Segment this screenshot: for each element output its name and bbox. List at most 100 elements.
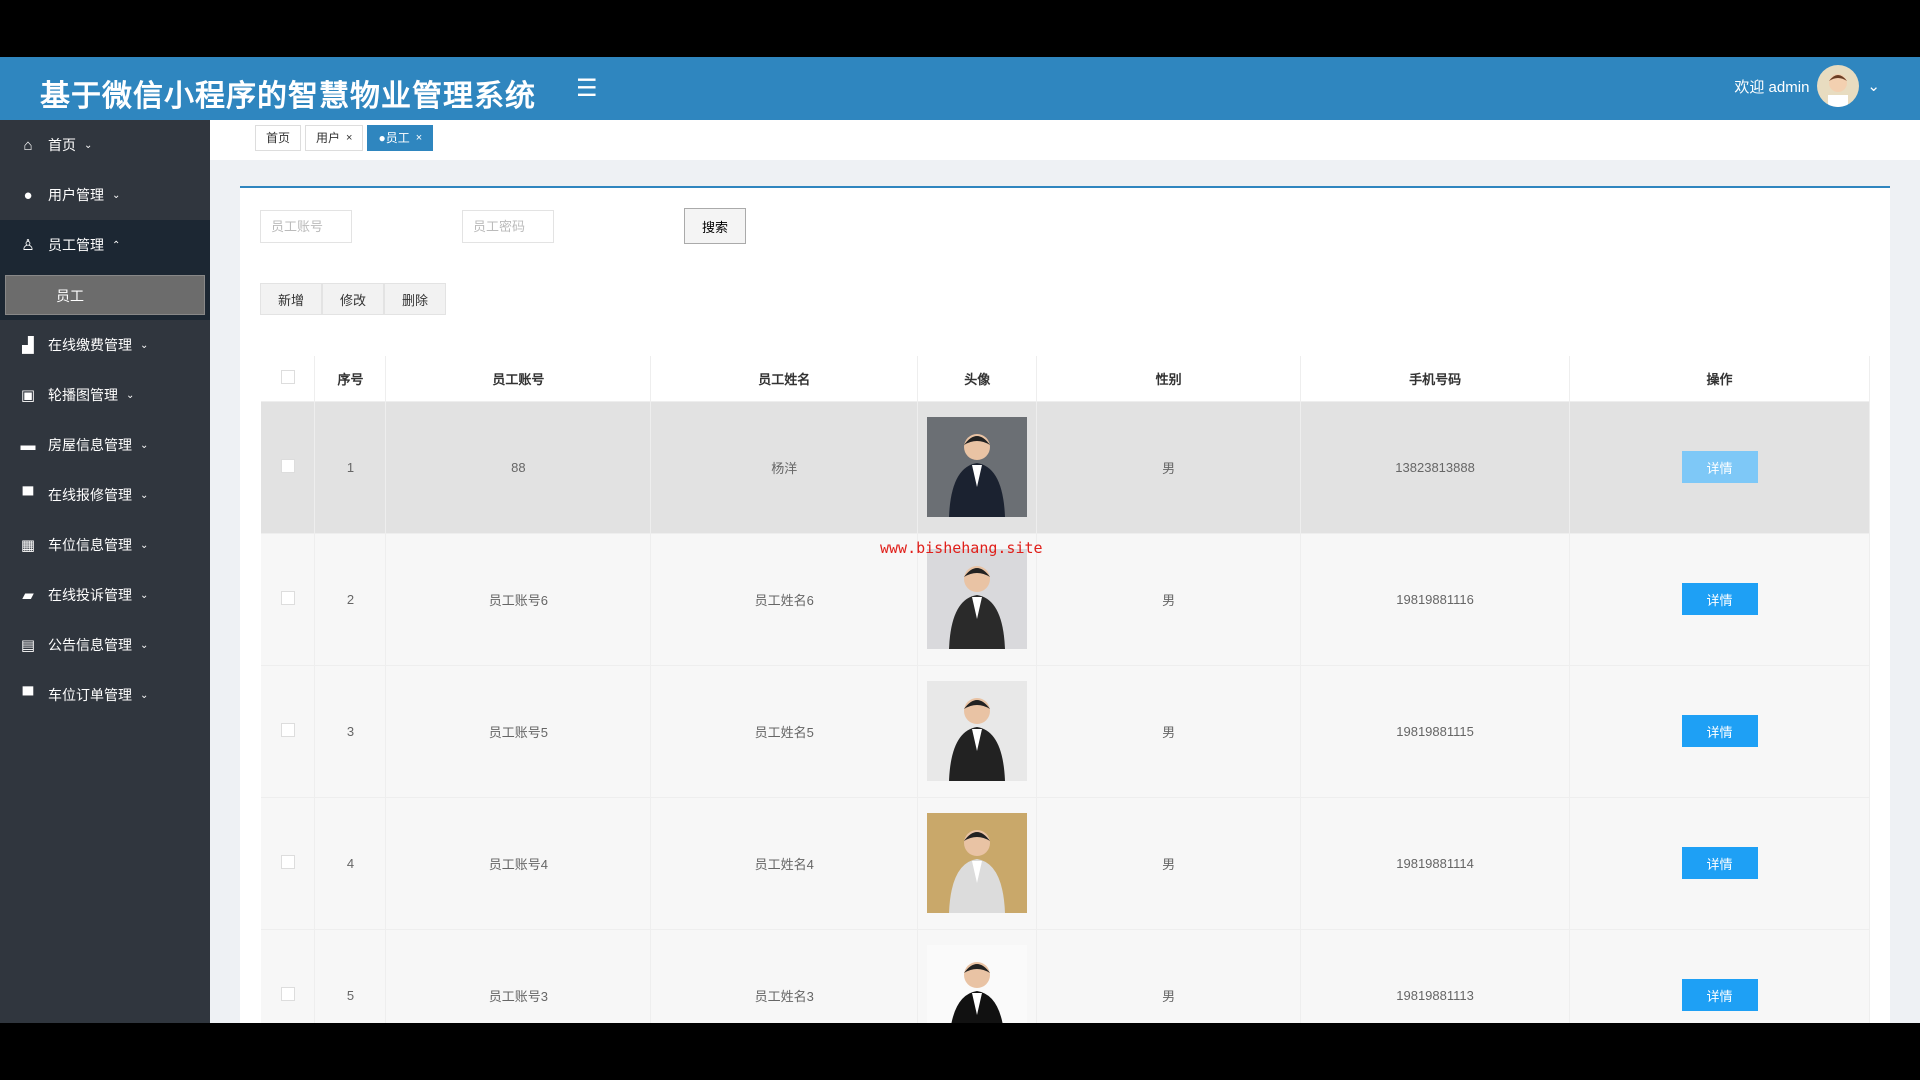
col-header: 操作	[1569, 356, 1870, 401]
cell-no: 1	[314, 400, 387, 533]
sidebar-item-label: 首页	[48, 137, 76, 153]
top-header: 基于微信小程序的智慧物业管理系统 ☰ 欢迎 admin ⌄	[0, 57, 1920, 120]
cell-action: 详情	[1569, 796, 1870, 929]
row-checkbox[interactable]	[261, 532, 316, 665]
table-row: 1 88 杨洋 男 13823813888 详情	[261, 400, 1870, 533]
chevron-icon: ⌄	[140, 439, 149, 451]
cell-account: 员工账号6	[385, 532, 652, 665]
row-checkbox[interactable]	[261, 664, 316, 797]
add-button[interactable]: 新增	[260, 283, 322, 315]
cell-name: 员工姓名6	[650, 532, 919, 665]
sidebar-subitem-staff[interactable]: 员工	[0, 270, 210, 320]
detail-button[interactable]: 详情	[1681, 583, 1758, 615]
cell-action: 详情	[1569, 664, 1870, 797]
col-header: 序号	[314, 356, 387, 401]
sidebar-item[interactable]: ▰ 在线投诉管理 ⌄	[0, 570, 210, 620]
sidebar-item[interactable]: ▬ 房屋信息管理 ⌄	[0, 420, 210, 470]
password-search-input[interactable]	[462, 210, 554, 243]
tab-home[interactable]: 首页	[255, 125, 302, 151]
col-header: 手机号码	[1300, 356, 1571, 401]
delete-button[interactable]: 删除	[384, 283, 446, 315]
parking-icon: ▦	[20, 537, 36, 554]
cell-action: 详情	[1569, 928, 1870, 1023]
tab-label: 首页	[266, 131, 291, 145]
sidebar-item[interactable]: ⌂ 首页 ⌄	[0, 120, 210, 170]
sidebar-item-label: 用户管理	[48, 187, 104, 203]
row-checkbox[interactable]	[261, 928, 316, 1023]
house-icon: ▬	[20, 436, 36, 454]
action-bar: 新增 修改 删除	[260, 283, 446, 315]
sidebar-item[interactable]: ▀ 车位订单管理 ⌄	[0, 670, 210, 720]
user-icon: ●	[23, 186, 33, 204]
cell-gender: 男	[1036, 400, 1302, 533]
col-header: 员工账号	[385, 356, 652, 401]
carousel-icon: ▣	[20, 387, 36, 404]
chevron-icon: ⌄	[140, 589, 149, 601]
detail-button[interactable]: 详情	[1681, 979, 1758, 1012]
sidebar-item-label: 车位信息管理	[48, 537, 132, 553]
tab-user[interactable]: 用户 ×	[305, 125, 364, 151]
app-title: 基于微信小程序的智慧物业管理系统	[40, 80, 536, 113]
cell-no: 5	[314, 928, 387, 1023]
tab-staff[interactable]: ●员工 ×	[367, 125, 434, 151]
cell-account: 员工账号4	[385, 796, 652, 929]
cell-no: 4	[314, 796, 387, 929]
tab-bar: 首页 用户 × ●员工 ×	[210, 120, 1920, 160]
sidebar-item[interactable]: ▀ 在线报修管理 ⌄	[0, 470, 210, 520]
cell-name: 员工姓名4	[650, 796, 919, 929]
order-icon: ▀	[22, 686, 34, 704]
complaint-icon: ▰	[22, 587, 34, 604]
cell-name: 员工姓名5	[650, 664, 919, 797]
sidebar-item[interactable]: ● 用户管理 ⌄	[0, 170, 210, 220]
search-button[interactable]: 搜索	[684, 208, 746, 244]
account-search-input[interactable]	[260, 210, 352, 243]
cell-photo	[917, 400, 1038, 533]
chevron-icon: ⌄	[84, 139, 93, 151]
repair-icon: ▀	[22, 486, 34, 504]
close-icon[interactable]: ×	[416, 132, 422, 144]
edit-button[interactable]: 修改	[322, 283, 384, 315]
cell-photo	[917, 796, 1038, 929]
chevron-icon: ⌄	[140, 539, 149, 551]
chevron-icon: ⌃	[112, 239, 121, 251]
home-icon: ⌂	[23, 136, 33, 154]
cell-photo	[917, 664, 1038, 797]
table-row: 2 员工账号6 员工姓名6 男 19819881116 详情	[261, 532, 1870, 665]
user-menu[interactable]: 欢迎 admin ⌄	[1734, 65, 1880, 107]
row-checkbox[interactable]	[261, 400, 316, 533]
content-card: 搜索 新增 修改 删除 序号 员工账号 员工姓名 头像 性别 手机号码 操作 1…	[240, 186, 1890, 1023]
chevron-down-icon: ⌄	[1867, 78, 1880, 95]
detail-button[interactable]: 详情	[1681, 847, 1758, 879]
sidebar-item[interactable]: ▦ 车位信息管理 ⌄	[0, 520, 210, 570]
cell-account: 员工账号5	[385, 664, 652, 797]
table-row: 3 员工账号5 员工姓名5 男 19819881115 详情	[261, 664, 1870, 797]
chevron-icon: ⌄	[140, 689, 149, 701]
welcome-text: 欢迎 admin	[1734, 78, 1810, 96]
sidebar-item[interactable]: ▟ 在线缴费管理 ⌄	[0, 320, 210, 370]
select-all-checkbox[interactable]	[261, 356, 316, 401]
cell-phone: 19819881113	[1300, 928, 1571, 1023]
sidebar-item[interactable]: ♙ 员工管理 ⌃	[0, 220, 210, 270]
cell-no: 2	[314, 532, 387, 665]
menu-toggle-icon[interactable]: ☰	[576, 74, 598, 103]
sidebar-item[interactable]: ▣ 轮播图管理 ⌄	[0, 370, 210, 420]
detail-button[interactable]: 详情	[1681, 451, 1758, 483]
cell-account: 员工账号3	[385, 928, 652, 1023]
detail-button[interactable]: 详情	[1681, 715, 1758, 747]
sidebar-item-label: 公告信息管理	[48, 637, 132, 653]
sidebar-item-label: 车位订单管理	[48, 687, 132, 703]
main-content: 首页 用户 × ●员工 × 搜索 新增 修改 删除 序号 员工账号 员工姓名 头像 …	[210, 120, 1920, 1023]
cell-phone: 19819881114	[1300, 796, 1571, 929]
close-icon[interactable]: ×	[346, 132, 352, 144]
col-header: 性别	[1036, 356, 1302, 401]
sidebar-item-label: 员工管理	[48, 237, 104, 253]
cell-gender: 男	[1036, 532, 1302, 665]
cell-gender: 男	[1036, 928, 1302, 1023]
col-header: 员工姓名	[650, 356, 919, 401]
cell-action: 详情	[1569, 532, 1870, 665]
payment-icon: ▟	[22, 337, 34, 354]
sidebar-subitem-label: 员工	[5, 275, 205, 315]
cell-phone: 19819881115	[1300, 664, 1571, 797]
sidebar-item[interactable]: ▤ 公告信息管理 ⌄	[0, 620, 210, 670]
row-checkbox[interactable]	[261, 796, 316, 929]
